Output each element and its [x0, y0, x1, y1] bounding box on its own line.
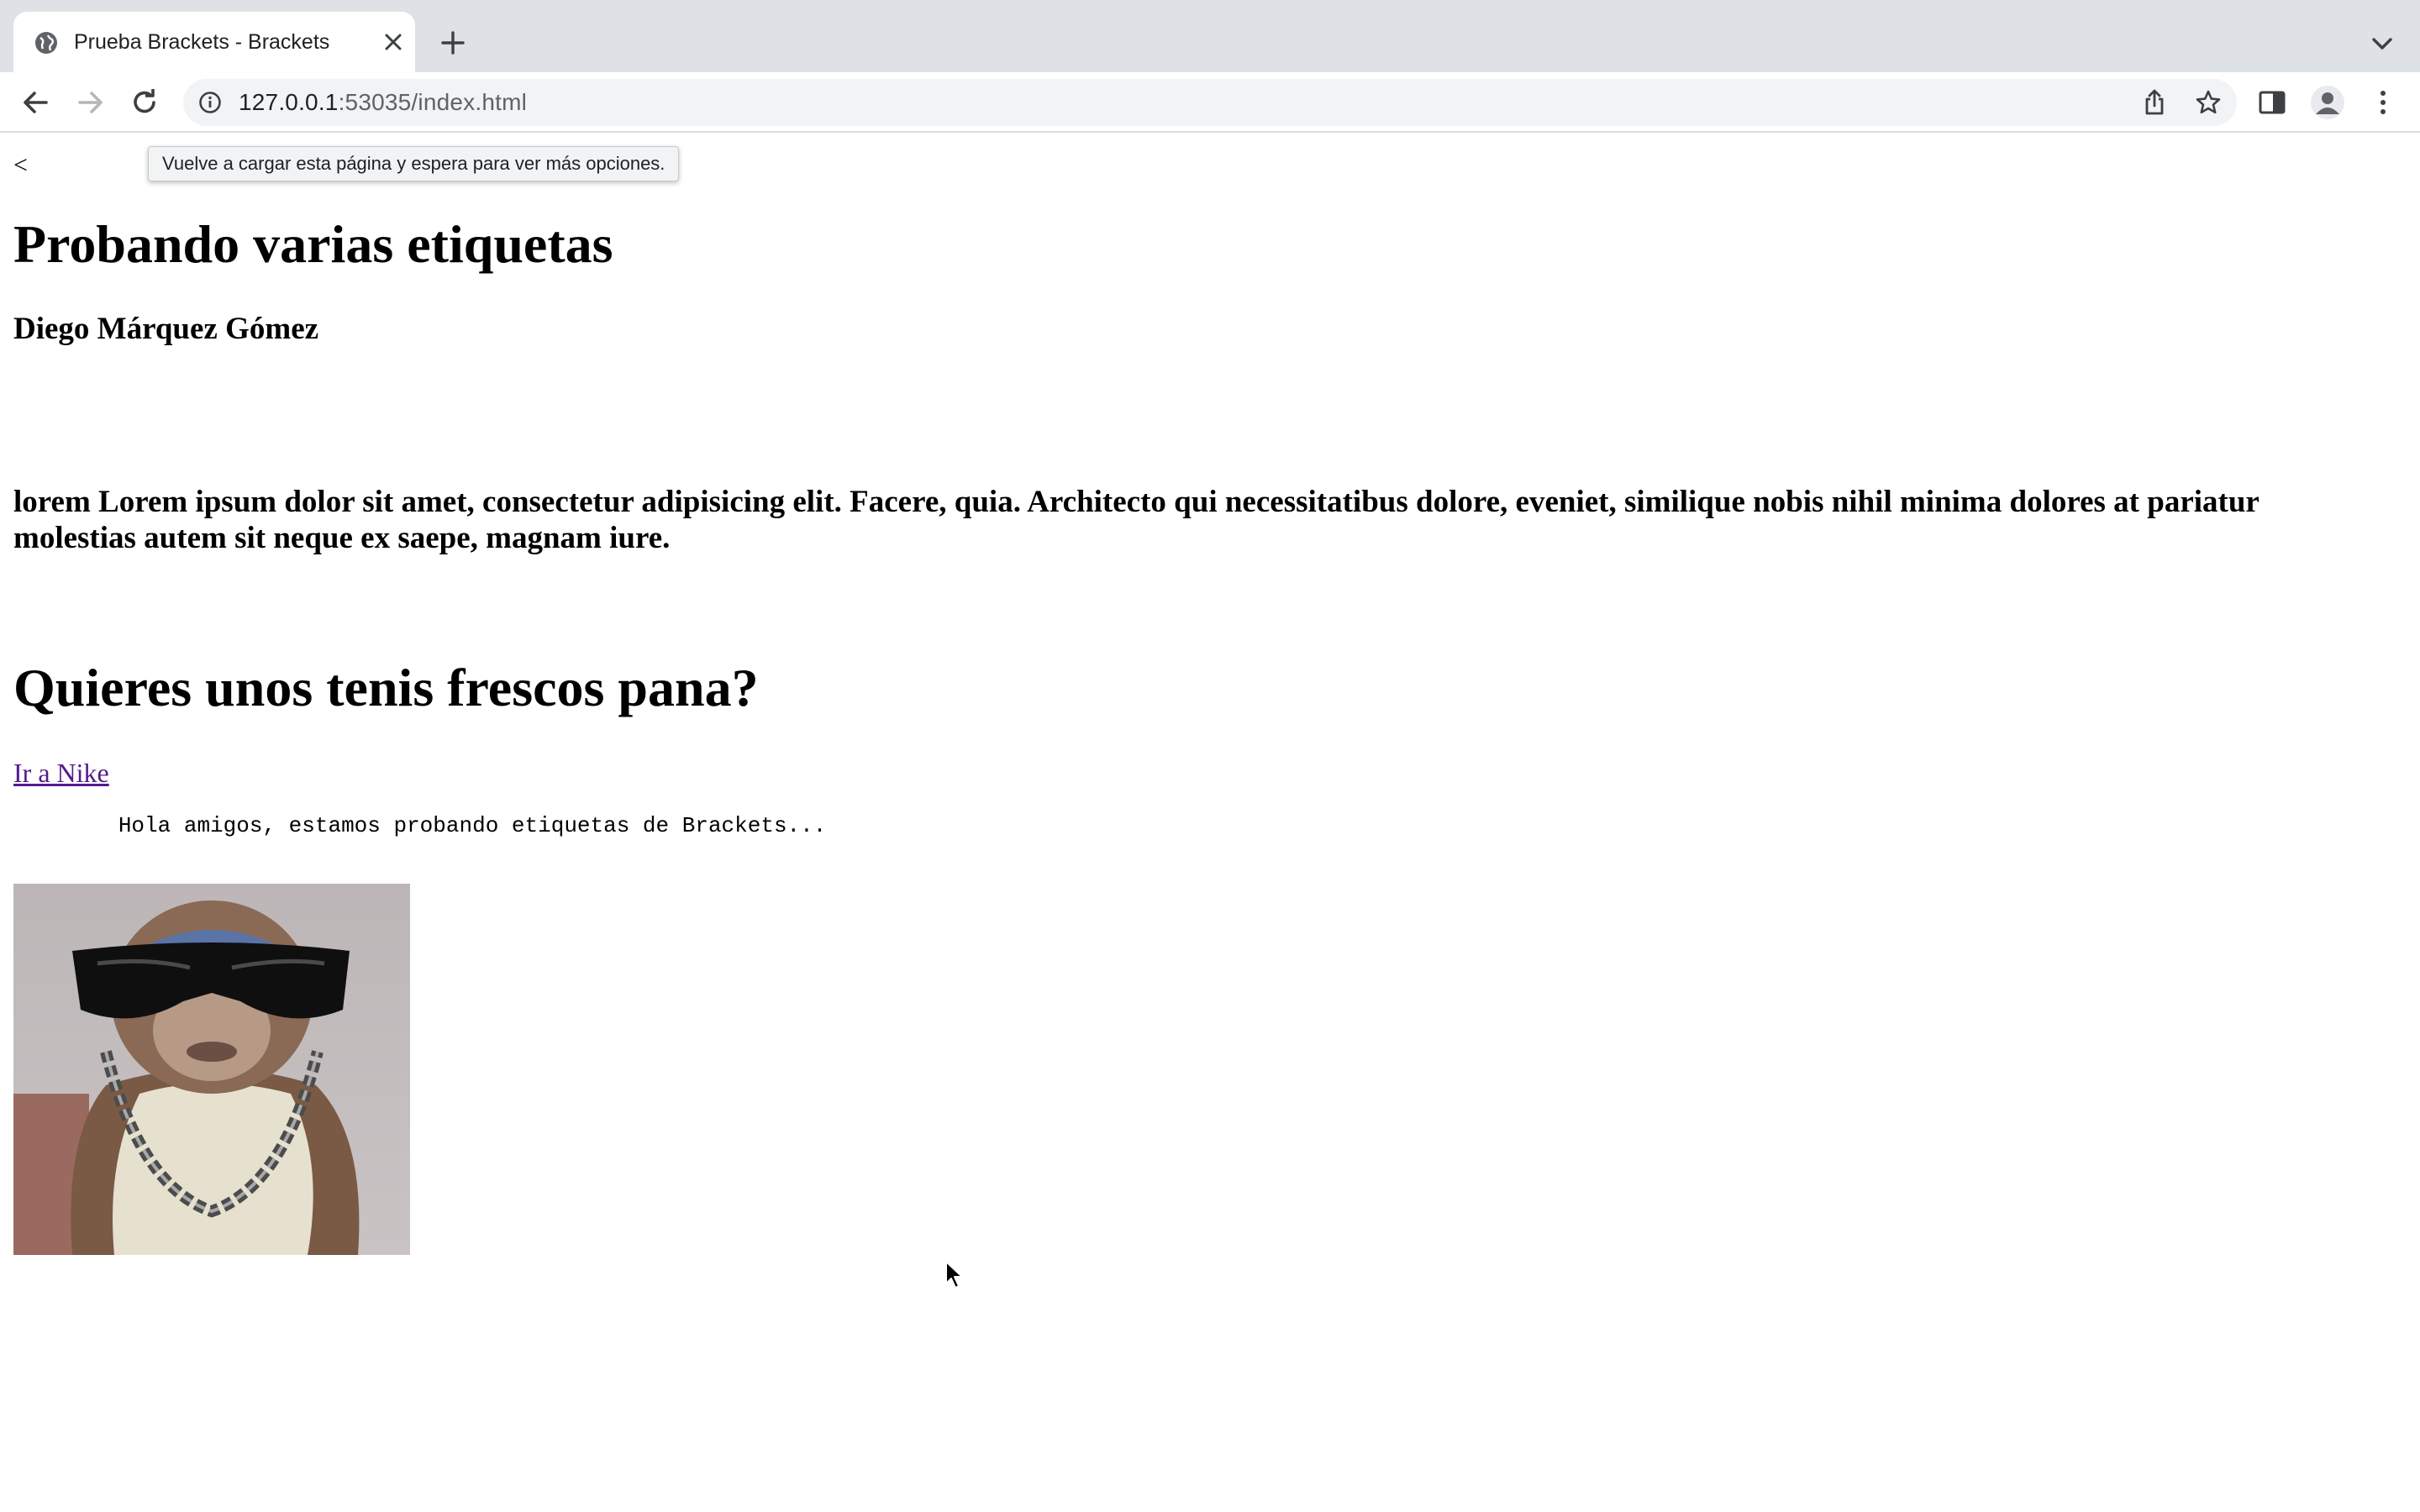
reload-tooltip: Vuelve a cargar esta página y espera par… — [148, 146, 680, 181]
url-text[interactable]: 127.0.0.1:53035/index.html — [239, 89, 527, 116]
preformatted-text: Hola amigos, estamos probando etiquetas … — [13, 813, 827, 838]
nike-link[interactable]: Ir a Nike — [13, 758, 109, 789]
browser-toolbar: 127.0.0.1:53035/index.html — [0, 72, 2420, 133]
back-arrow-icon[interactable] — [18, 86, 52, 119]
forward-arrow-icon[interactable] — [74, 86, 108, 119]
page-content: < Vuelve a cargar esta página y espera p… — [0, 134, 2420, 1512]
url-path: :53035/index.html — [338, 89, 528, 115]
star-icon[interactable] — [2195, 89, 2222, 116]
address-bar[interactable]: 127.0.0.1:53035/index.html — [183, 79, 2237, 126]
sneakers-heading: Quieres unos tenis frescos pana? — [13, 658, 759, 717]
url-host: 127.0.0.1 — [239, 89, 339, 115]
more-menu-icon[interactable] — [2368, 87, 2398, 118]
info-icon[interactable] — [198, 91, 222, 114]
mouse-cursor-icon — [945, 1261, 963, 1289]
chevron-down-icon[interactable] — [2370, 34, 2395, 54]
monkey-image — [13, 884, 410, 1255]
lorem-paragraph: lorem Lorem ipsum dolor sit amet, consec… — [13, 485, 2260, 555]
profile-avatar[interactable] — [2311, 86, 2344, 119]
globe-icon — [35, 32, 57, 54]
reload-icon[interactable] — [128, 86, 161, 119]
side-panel-icon[interactable] — [2257, 87, 2287, 118]
new-tab-icon[interactable] — [440, 30, 466, 55]
tab-title: Prueba Brackets - Brackets — [74, 30, 330, 54]
less-than-text: < — [13, 151, 28, 179]
page-title: Probando varias etiquetas — [13, 214, 613, 274]
tab-strip: Prueba Brackets - Brackets — [0, 0, 2420, 72]
browser-tab[interactable]: Prueba Brackets - Brackets — [13, 12, 415, 72]
author-name: Diego Márquez Gómez — [13, 312, 319, 346]
close-tab-icon[interactable] — [383, 32, 403, 52]
person-icon — [2316, 92, 2339, 114]
share-icon[interactable] — [2141, 89, 2168, 116]
